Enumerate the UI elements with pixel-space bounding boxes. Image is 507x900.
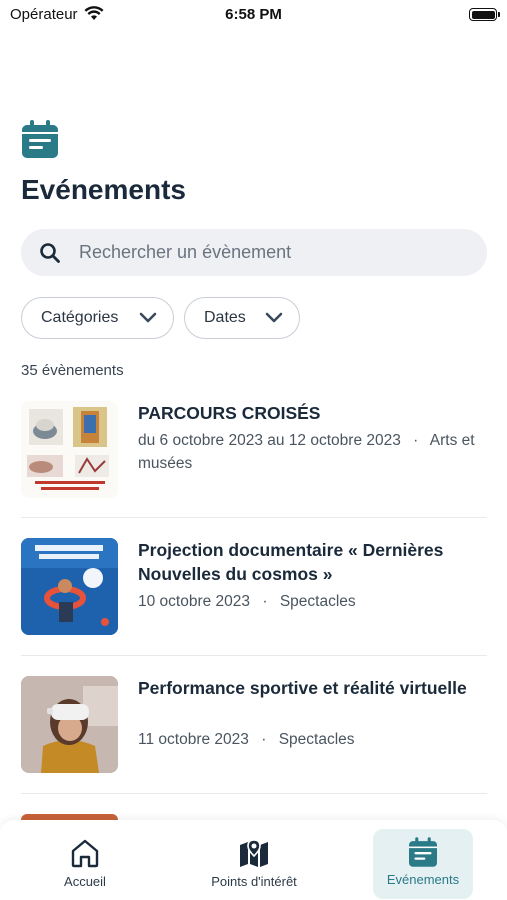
tab-label: Accueil <box>64 874 106 889</box>
event-title: Performance sportive et réalité virtuell… <box>138 678 467 698</box>
dates-filter-label: Dates <box>204 309 246 326</box>
events-count: 35 évènements <box>21 362 124 379</box>
status-bar: Opérateur 6:58 PM <box>0 0 507 30</box>
event-category: Spectacles <box>279 593 356 610</box>
tab-label: Points d'intérêt <box>211 874 297 889</box>
tab-accueil[interactable]: Accueil <box>35 829 135 899</box>
calendar-icon <box>22 120 58 158</box>
event-list-item[interactable]: Projection documentaire « Dernières Nouv… <box>21 538 487 636</box>
event-list-item[interactable]: Performance sportive et réalité virtuell… <box>21 676 487 774</box>
categories-filter-button[interactable]: Catégories <box>21 297 174 339</box>
dates-filter-button[interactable]: Dates <box>184 297 300 339</box>
search-icon <box>40 243 60 263</box>
event-meta: 10 octobre 2023 · Spectacles <box>138 590 483 613</box>
categories-filter-label: Catégories <box>41 309 119 326</box>
event-meta: du 6 octobre 2023 au 12 octobre 2023 · A… <box>138 429 483 475</box>
event-list-item[interactable]: PARCOURS CROISÉS du 6 octobre 2023 au 12… <box>21 401 487 501</box>
list-divider <box>21 517 487 518</box>
meta-separator: · <box>262 593 268 610</box>
event-thumbnail <box>21 401 118 498</box>
tab-evenements[interactable]: Evénements <box>373 829 473 899</box>
list-divider <box>21 655 487 656</box>
meta-separator: · <box>413 432 419 449</box>
home-icon <box>71 839 99 868</box>
search-bar[interactable] <box>21 229 487 276</box>
status-time: 6:58 PM <box>225 6 282 23</box>
meta-separator: · <box>261 731 267 748</box>
event-title: PARCOURS CROISÉS <box>138 403 321 423</box>
event-title: Projection documentaire « Dernières Nouv… <box>138 540 444 584</box>
calendar-icon <box>409 837 437 867</box>
page-title: Evénements <box>21 174 186 205</box>
event-meta: 11 octobre 2023 · Spectacles <box>138 728 483 751</box>
tab-label: Evénements <box>386 872 460 887</box>
list-divider <box>21 793 487 794</box>
event-dates: 10 octobre 2023 <box>138 593 251 610</box>
event-thumbnail <box>21 538 118 635</box>
event-category: Spectacles <box>278 731 355 748</box>
event-dates: du 6 octobre 2023 au 12 octobre 2023 <box>138 432 401 449</box>
battery-icon <box>469 8 500 21</box>
event-thumbnail <box>21 676 118 773</box>
map-icon <box>240 839 268 867</box>
chevron-down-icon <box>139 312 157 323</box>
event-dates: 11 octobre 2023 <box>138 731 249 748</box>
search-input[interactable] <box>79 229 469 276</box>
chevron-down-icon <box>265 312 283 323</box>
tab-bar: Accueil Points d'intérêt Evénements <box>0 820 507 900</box>
tab-points-interet[interactable]: Points d'intérêt <box>203 829 305 899</box>
